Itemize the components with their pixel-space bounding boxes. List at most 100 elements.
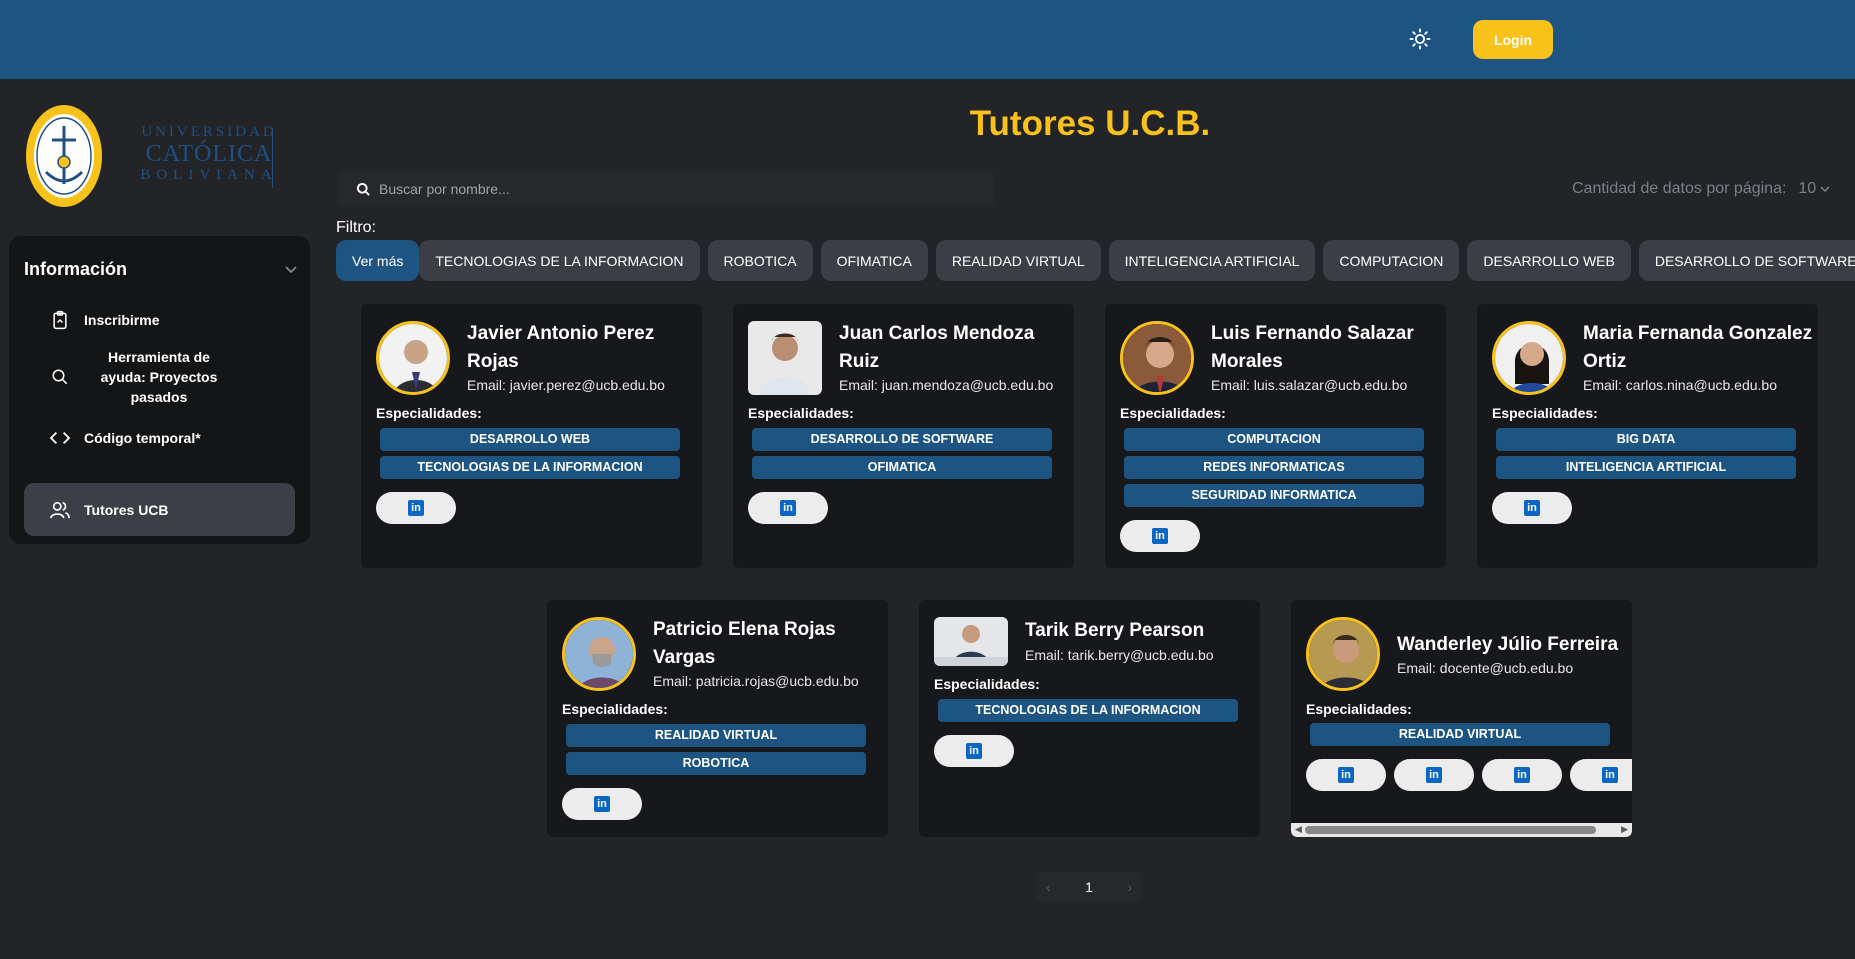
theme-toggle-button[interactable] — [1406, 25, 1434, 53]
university-seal-icon — [26, 105, 102, 207]
filter-chip[interactable]: DESARROLLO WEB — [1467, 240, 1631, 281]
linkedin-icon: in — [1602, 767, 1618, 783]
logo-line-2: CATÓLICA — [145, 141, 273, 167]
filter-chip[interactable]: ROBOTICA — [707, 240, 813, 281]
per-page-label: Cantidad de datos por página: — [1572, 180, 1787, 197]
tutor-name: Juan Carlos Mendoza Ruiz — [839, 323, 1035, 372]
page-number[interactable]: 1 — [1085, 879, 1093, 895]
specialties-label: Especialidades: — [562, 701, 668, 717]
sidebar-item-label: Inscribirme — [84, 312, 160, 328]
linkedin-button[interactable]: in — [376, 492, 456, 524]
sidebar-item-label: Herramienta de ayuda: Proyectos pasados — [100, 349, 218, 405]
tutor-email: Email: docente@ucb.edu.bo — [1397, 660, 1574, 676]
chevron-right-icon[interactable]: › — [1127, 879, 1132, 895]
specialty-tag: COMPUTACION — [1124, 428, 1424, 451]
tutor-avatar — [1492, 321, 1566, 395]
search-icon — [52, 369, 68, 385]
linkedin-icon: in — [966, 743, 982, 759]
linkedin-button[interactable]: in — [1120, 520, 1200, 552]
specialties-label: Especialidades: — [748, 405, 854, 421]
specialties-label: Especialidades: — [1306, 701, 1412, 717]
specialty-tag: INTELIGENCIA ARTIFICIAL — [1496, 456, 1796, 479]
tutor-email: Email: carlos.nina@ucb.edu.bo — [1583, 377, 1777, 393]
chevron-down-icon — [1820, 186, 1830, 193]
sidebar: Información Inscribirme Herramienta de a… — [9, 236, 310, 544]
specialties-label: Especialidades: — [1120, 405, 1226, 421]
linkedin-button[interactable]: in — [1482, 759, 1562, 791]
tutor-avatar — [934, 617, 1008, 666]
sidebar-item-label: Código temporal* — [84, 430, 201, 446]
sidebar-section-toggle[interactable]: Información — [24, 254, 299, 284]
tutor-email: Email: patricia.rojas@ucb.edu.bo — [653, 673, 859, 689]
per-page-value: 10 — [1798, 180, 1817, 197]
logo-line-1: UNIVERSIDAD — [141, 124, 277, 140]
tutor-avatar — [376, 321, 450, 395]
linkedin-button[interactable]: in — [934, 735, 1014, 767]
tutor-card: Maria Fernanda Gonzalez Ortiz Email: car… — [1477, 304, 1818, 568]
university-logo: UNIVERSIDAD CATÓLICA BOLIVIANA — [24, 102, 284, 212]
per-page-control: Cantidad de datos por página: 10 — [1572, 180, 1830, 198]
specialty-tag: DESARROLLO WEB — [380, 428, 680, 451]
tutor-email: Email: tarik.berry@ucb.edu.bo — [1025, 647, 1214, 663]
filter-chip[interactable]: COMPUTACION — [1323, 240, 1460, 281]
tutor-avatar — [1120, 321, 1194, 395]
filter-label: Filtro: — [336, 219, 376, 236]
users-icon — [50, 501, 70, 518]
specialty-tag: TECNOLOGIAS DE LA INFORMACION — [380, 456, 680, 479]
top-bar: Login — [0, 0, 1855, 79]
linkedin-icon: in — [594, 796, 610, 812]
tutor-card: Juan Carlos Mendoza Ruiz Email: juan.men… — [733, 304, 1074, 568]
filter-ver-mas-button[interactable]: Ver más — [336, 240, 420, 281]
linkedin-icon: in — [1426, 767, 1442, 783]
filter-chip[interactable]: OFIMATICA — [820, 240, 928, 281]
tutor-card: Wanderley Júlio Ferreira Email: docente@… — [1291, 600, 1632, 837]
sidebar-item-tutores-ucb[interactable]: Tutores UCB — [24, 483, 295, 536]
linkedin-button[interactable]: in — [1306, 759, 1386, 791]
scroll-right-icon[interactable]: ▶ — [1621, 824, 1628, 835]
linkedin-icon: in — [1524, 500, 1540, 516]
filter-chip[interactable]: DESARROLLO DE SOFTWARE — [1638, 240, 1855, 281]
tutor-email: Email: juan.mendoza@ucb.edu.bo — [839, 377, 1054, 393]
tutor-email: Email: luis.salazar@ucb.edu.bo — [1211, 377, 1408, 393]
specialty-tag: REDES INFORMATICAS — [1124, 456, 1424, 479]
sidebar-item-codigo-temporal[interactable]: Código temporal* — [24, 414, 295, 462]
tutor-avatar — [562, 617, 636, 691]
specialty-tag: REALIDAD VIRTUAL — [1310, 723, 1610, 746]
linkedin-button[interactable]: in — [1394, 759, 1474, 791]
tutor-avatar — [1306, 617, 1380, 691]
linkedin-icon: in — [1514, 767, 1530, 783]
sidebar-item-herramienta[interactable]: Herramienta de ayuda: Proyectos pasados — [24, 347, 295, 407]
filter-chip[interactable]: INTELIGENCIA ARTIFICIAL — [1108, 240, 1316, 281]
login-button[interactable]: Login — [1473, 20, 1553, 59]
specialty-tag: SEGURIDAD INFORMATICA — [1124, 484, 1424, 507]
scroll-left-icon[interactable]: ◀ — [1295, 824, 1302, 835]
linkedin-button[interactable]: in — [1492, 492, 1572, 524]
tutor-card: Patricio Elena Rojas Vargas Email: patri… — [547, 600, 888, 837]
tutor-name: Maria Fernanda Gonzalez Ortiz — [1583, 323, 1813, 372]
tutor-card: Javier Antonio Perez Rojas Email: javier… — [361, 304, 702, 568]
filter-chip[interactable]: TECNOLOGIAS DE LA INFORMACION — [419, 240, 700, 281]
sidebar-item-inscribirme[interactable]: Inscribirme — [24, 296, 295, 344]
linkedin-button[interactable]: in — [1570, 759, 1632, 791]
tutor-name: Wanderley Júlio Ferreira — [1397, 634, 1619, 655]
per-page-select[interactable]: 10 — [1798, 180, 1830, 198]
specialty-tag: REALIDAD VIRTUAL — [566, 724, 866, 747]
horizontal-scrollbar[interactable]: ◀ ▶ — [1291, 823, 1632, 837]
chevron-down-icon — [285, 266, 297, 274]
specialties-label: Especialidades: — [934, 676, 1040, 692]
filter-chips: Ver más TECNOLOGIAS DE LA INFORMACION RO… — [336, 240, 1855, 281]
filter-chip[interactable]: REALIDAD VIRTUAL — [935, 240, 1101, 281]
tutor-name: Tarik Berry Pearson — [1025, 620, 1205, 641]
specialty-tag: DESARROLLO DE SOFTWARE — [752, 428, 1052, 451]
tutor-name: Javier Antonio Perez Rojas — [467, 323, 655, 372]
specialties-label: Especialidades: — [376, 405, 482, 421]
scrollbar-thumb[interactable] — [1305, 826, 1596, 834]
search-icon — [356, 182, 370, 196]
logo-line-3: BOLIVIANA — [140, 167, 278, 183]
linkedin-button[interactable]: in — [562, 788, 642, 820]
linkedin-button[interactable]: in — [748, 492, 828, 524]
chevron-left-icon[interactable]: ‹ — [1046, 879, 1051, 895]
linkedin-icon: in — [1152, 528, 1168, 544]
search-input[interactable] — [379, 181, 959, 197]
sun-icon — [1409, 28, 1431, 50]
